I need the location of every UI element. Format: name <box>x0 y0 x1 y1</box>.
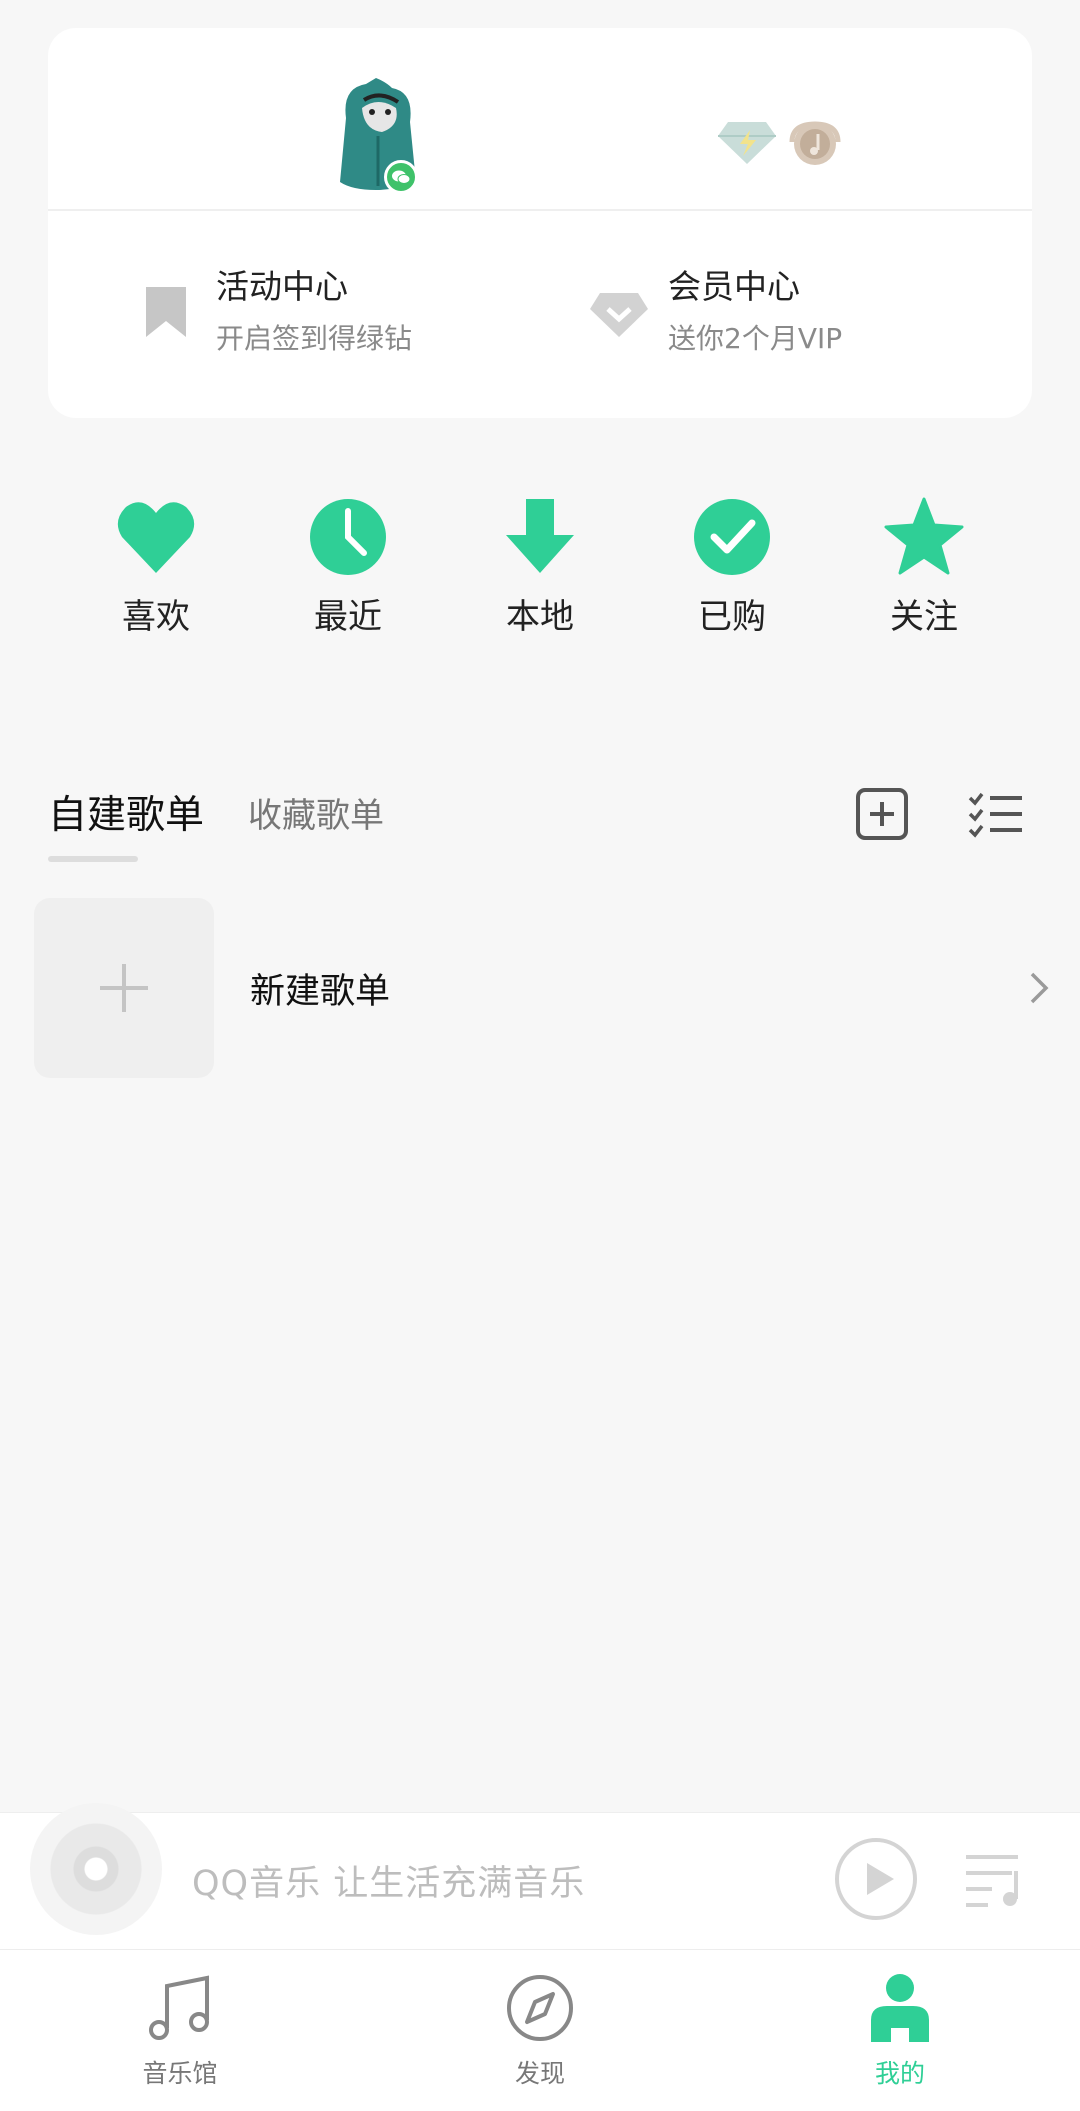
activity-center-entry[interactable]: 活动中心 开启签到得绿钻 <box>136 265 412 357</box>
plus-icon <box>100 964 148 1012</box>
quick-actions: 喜欢 最近 本地 已购 关注 <box>0 495 1080 639</box>
quick-action-like[interactable]: 喜欢 <box>86 495 226 639</box>
mini-player[interactable]: QQ音乐 让生活充满音乐 <box>0 1803 1080 1949</box>
compass-icon <box>505 1972 575 2044</box>
new-playlist-thumbnail <box>34 898 214 1078</box>
bookmark-icon <box>136 281 196 341</box>
add-playlist-button[interactable] <box>852 784 912 844</box>
check-circle-icon <box>690 495 774 579</box>
quick-action-recent[interactable]: 最近 <box>278 495 418 639</box>
member-center-subtitle: 送你2个月VIP <box>668 322 843 355</box>
playlist-queue-button[interactable] <box>962 1849 1026 1909</box>
music-level-icon <box>786 120 844 172</box>
new-playlist-label: 新建歌单 <box>250 971 391 1012</box>
quick-action-label: 最近 <box>314 597 382 637</box>
tab-indicator <box>48 856 138 862</box>
tab-collected-playlists[interactable]: 收藏歌单 <box>248 788 384 837</box>
mini-player-text: QQ音乐 让生活充满音乐 <box>192 1864 586 1904</box>
quick-action-label: 本地 <box>506 597 574 637</box>
activity-center-title: 活动中心 <box>216 267 348 306</box>
nav-music-hall[interactable]: 音乐馆 <box>0 1950 360 2111</box>
manage-playlists-button[interactable] <box>966 784 1026 844</box>
diamond-icon <box>588 281 648 341</box>
quick-action-follow[interactable]: 关注 <box>854 495 994 639</box>
quick-action-label: 喜欢 <box>122 597 190 637</box>
clock-icon <box>306 495 390 579</box>
play-button[interactable] <box>834 1837 918 1921</box>
quick-action-purchased[interactable]: 已购 <box>662 495 802 639</box>
nav-discover[interactable]: 发现 <box>360 1950 720 2111</box>
green-diamond-icon <box>716 120 778 172</box>
nav-label: 音乐馆 <box>142 2059 218 2088</box>
album-disc-icon[interactable] <box>30 1803 162 1935</box>
chevron-right-icon <box>1024 968 1054 1008</box>
member-center-title: 会员中心 <box>668 267 800 306</box>
quick-action-label: 关注 <box>890 597 958 637</box>
profile-row <box>48 28 1032 211</box>
member-center-entry[interactable]: 会员中心 送你2个月VIP <box>588 265 842 357</box>
bear-hoodie-avatar-icon[interactable] <box>336 78 422 194</box>
quick-action-local[interactable]: 本地 <box>470 495 610 639</box>
nav-mine[interactable]: 我的 <box>720 1950 1080 2111</box>
quick-action-label: 已购 <box>698 597 766 637</box>
nav-label: 我的 <box>874 2059 925 2088</box>
tab-created-playlists[interactable]: 自建歌单 <box>48 784 204 840</box>
heart-icon <box>114 495 198 579</box>
nav-label: 发现 <box>514 2059 565 2088</box>
account-card: 活动中心 开启签到得绿钻 会员中心 送你2个月VIP <box>48 28 1032 418</box>
download-icon <box>498 495 582 579</box>
person-icon <box>865 1972 935 2044</box>
vip-badges[interactable] <box>716 120 844 172</box>
star-icon <box>882 495 966 579</box>
bottom-nav: 音乐馆 发现 我的 <box>0 1949 1080 2111</box>
wechat-icon <box>384 160 418 194</box>
activity-center-subtitle: 开启签到得绿钻 <box>216 322 413 355</box>
playlist-tabs: 自建歌单 收藏歌单 <box>48 778 1032 878</box>
music-note-icon <box>145 1972 215 2044</box>
new-playlist-row[interactable]: 新建歌单 <box>34 898 1054 1078</box>
